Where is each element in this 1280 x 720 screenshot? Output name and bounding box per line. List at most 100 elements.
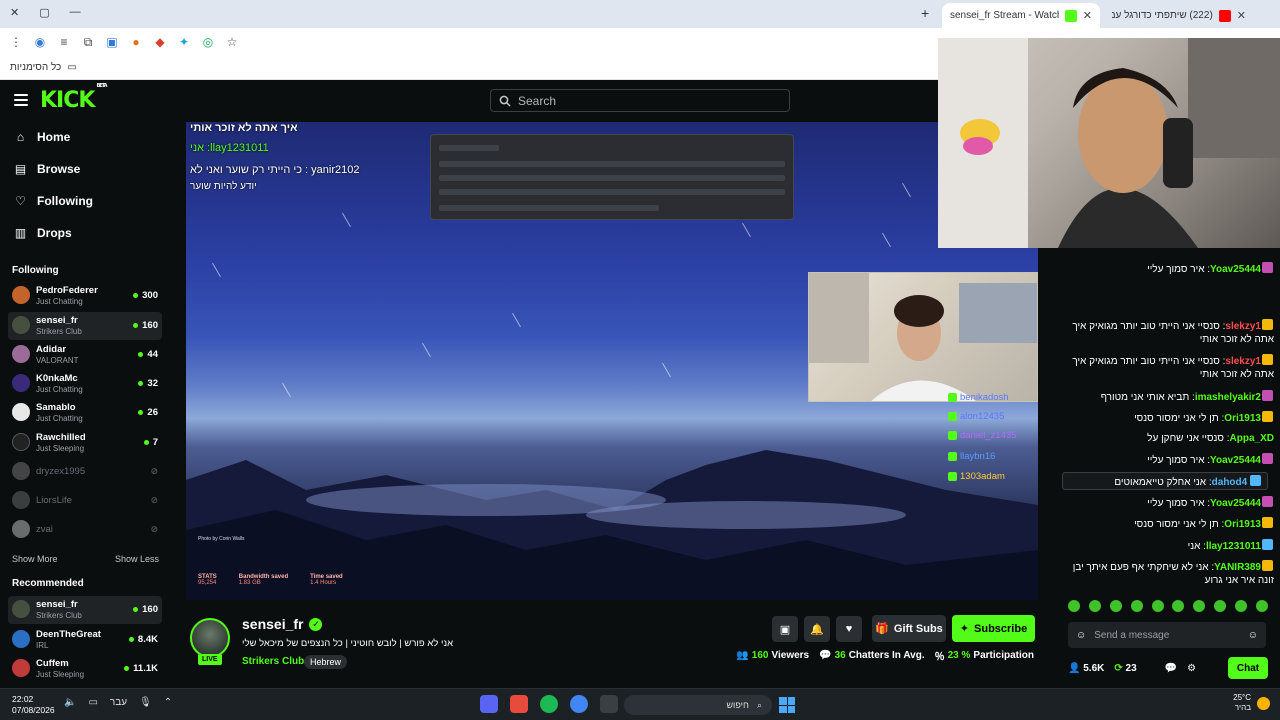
- offline-icon: ⊘: [150, 495, 158, 505]
- all-bookmarks-label[interactable]: כל הסימניות: [10, 62, 61, 73]
- chat-bubble-icon[interactable]: 💬: [1165, 663, 1177, 674]
- hamburger-menu-icon[interactable]: [14, 94, 28, 106]
- emote-icon[interactable]: [1109, 600, 1122, 612]
- emoji-icon[interactable]: ☺: [1248, 630, 1258, 641]
- windows-start-icon[interactable]: [779, 697, 795, 713]
- tab-kick-stream[interactable]: ✕ sensei_fr Stream - Watch Live o: [942, 3, 1100, 28]
- sidebar-channel-samablo[interactable]: Samablo Just Chatting 26: [8, 399, 162, 427]
- avatar: [12, 316, 30, 334]
- sidebar-channel-zvai[interactable]: zvai ⊘: [8, 516, 162, 544]
- extension-icon[interactable]: ◎: [200, 34, 216, 50]
- chat-send-button[interactable]: Chat: [1228, 657, 1268, 679]
- nav-home[interactable]: ⌂ Home: [14, 127, 70, 147]
- stream-metrics: 👥 160 Viewers 💬 36 Chatters In Avg. ％ 23 % Par…: [736, 648, 1034, 663]
- spotify-icon[interactable]: [540, 695, 558, 713]
- display-icon[interactable]: ▭: [88, 697, 97, 708]
- sidebar-channel-liorslife[interactable]: LiorsLife ⊘: [8, 487, 162, 515]
- sidebar-channel-dryzex1995[interactable]: dryzex1995 ⊘: [8, 458, 162, 486]
- chat-input-placeholder: Send a message: [1094, 629, 1170, 641]
- extension-icon[interactable]: ◉: [32, 34, 48, 50]
- settings-gear-icon[interactable]: ⚙: [1187, 663, 1196, 674]
- channel-category: Strikers Club: [36, 611, 82, 620]
- nav-following[interactable]: ♡ Following: [14, 191, 93, 211]
- extension-icon[interactable]: ●: [128, 34, 144, 50]
- menu-dots-icon[interactable]: ⋮: [8, 34, 24, 50]
- kick-logo[interactable]: KICKBETA: [40, 83, 108, 113]
- participation-metric: ％ 23 % Participation: [934, 650, 1034, 663]
- notification-button[interactable]: 🔔: [804, 616, 830, 642]
- chat-message: llay1231011: אני: [1066, 539, 1274, 553]
- close-window-icon[interactable]: ✕: [10, 6, 19, 19]
- show-less-button[interactable]: Show Less: [115, 554, 159, 564]
- taskbar-search[interactable]: חיפוש ⌕: [624, 695, 772, 715]
- maximize-window-icon[interactable]: ▢: [39, 6, 49, 19]
- show-more-button[interactable]: Show More: [12, 554, 58, 564]
- extension-icon[interactable]: ✦: [176, 34, 192, 50]
- language-tag[interactable]: Hebrew: [304, 655, 348, 669]
- streamer-avatar[interactable]: [190, 618, 230, 658]
- sidebar-channel-adidar[interactable]: Adidar VALORANT 44: [8, 341, 162, 369]
- follow-button[interactable]: ♥: [836, 616, 862, 642]
- nav-label: Browse: [37, 162, 81, 176]
- extension-icon[interactable]: ◆: [152, 34, 168, 50]
- emote-picker-icon[interactable]: ☺: [1076, 630, 1086, 641]
- emote-icon[interactable]: [1130, 600, 1143, 612]
- overlay-chat-line: איך אתה לא זוכר אותי: [190, 122, 298, 134]
- stream-category[interactable]: Strikers Club: [242, 656, 304, 667]
- emote-icon[interactable]: [1235, 600, 1247, 612]
- sidebar-recommended-sensei-fr[interactable]: sensei_fr Strikers Club 160: [8, 596, 162, 624]
- clip-button[interactable]: ▣: [772, 616, 798, 642]
- system-clock[interactable]: 22:02 07/08/2026: [12, 694, 55, 716]
- verified-icon: ✓: [309, 617, 323, 631]
- bookmark-star-icon[interactable]: ☆: [224, 34, 240, 50]
- sidebar-channel-k0nkamc[interactable]: K0nkaMc Just Chatting 32: [8, 370, 162, 398]
- chevron-up-icon[interactable]: ⌃: [164, 697, 172, 708]
- viewer-metric: 👥 160 Viewers: [736, 650, 810, 661]
- microphone-icon[interactable]: 🎙: [139, 697, 152, 708]
- language-indicator[interactable]: עבר: [110, 697, 127, 708]
- nav-browse[interactable]: ▤ Browse: [14, 159, 81, 179]
- extension-icon[interactable]: ▣: [104, 34, 120, 50]
- percent-icon: ％: [934, 652, 945, 663]
- close-tab-icon[interactable]: ✕: [1083, 9, 1092, 22]
- viewer-count: 11.1K: [124, 663, 158, 674]
- emote-icon[interactable]: [1151, 600, 1164, 612]
- gift-subs-button[interactable]: 🎁 Gift Subs: [872, 615, 946, 642]
- search-input[interactable]: Search: [490, 89, 790, 112]
- chrome-icon[interactable]: [570, 695, 588, 713]
- sidebar-channel-sensei-fr[interactable]: sensei_fr Strikers Club 160: [8, 312, 162, 340]
- nav-label: Drops: [37, 226, 72, 240]
- extension-icon[interactable]: ≡: [56, 34, 72, 50]
- minimize-window-icon[interactable]: —: [70, 6, 81, 19]
- video-player[interactable]: Photo by Corin Walls STATS 95,254 Bandwid…: [186, 122, 1038, 600]
- emote-icon[interactable]: [1255, 600, 1268, 612]
- sidebar-channel-pedrofederer[interactable]: PedroFederer Just Chatting 300: [8, 282, 162, 310]
- viewer-count: 8.4K: [128, 634, 158, 645]
- offline-icon: ⊘: [150, 524, 158, 534]
- weather-widget[interactable]: 25°C בהיר: [1233, 693, 1270, 713]
- chat-message-input[interactable]: ☺ Send a message ☺: [1068, 622, 1266, 648]
- explorer-icon[interactable]: [600, 695, 618, 713]
- streamer-name[interactable]: sensei_fr ✓: [242, 616, 323, 632]
- sidebar-channel-rawchilled[interactable]: Rawchilled Just Sleeping 7: [8, 429, 162, 457]
- emote-icon[interactable]: [1068, 600, 1080, 612]
- discord-icon[interactable]: [480, 695, 498, 713]
- speaker-icon[interactable]: 🔈: [64, 697, 76, 708]
- subscribe-button[interactable]: ✦ Subscribe: [952, 615, 1035, 642]
- search-icon: [499, 95, 511, 107]
- emote-icon[interactable]: [1088, 600, 1101, 612]
- emote-icon[interactable]: [1193, 600, 1206, 612]
- sidebar-recommended-deenthegreat[interactable]: DeenTheGreat IRL 8.4K: [8, 626, 162, 654]
- emote-icon[interactable]: [1214, 600, 1227, 612]
- nav-drops[interactable]: ▥ Drops: [14, 223, 72, 243]
- heart-icon: ♥: [845, 623, 853, 635]
- sidebar-recommended-cuffem[interactable]: Cuffem Just Sleeping 11.1K: [8, 655, 162, 683]
- close-tab-icon[interactable]: ✕: [1237, 9, 1246, 22]
- extension-icon[interactable]: ⧉: [80, 34, 96, 50]
- app-icon[interactable]: [510, 695, 528, 713]
- emote-icon[interactable]: [1172, 600, 1185, 612]
- channel-points[interactable]: ⟳ 23: [1114, 663, 1136, 674]
- new-tab-button[interactable]: +: [921, 5, 929, 21]
- overlay-chat-line: llay1231011: אני: [190, 142, 269, 154]
- tab-youtube[interactable]: ✕ (222) שיתפתי כדורגל עם כל הס: [1104, 3, 1254, 28]
